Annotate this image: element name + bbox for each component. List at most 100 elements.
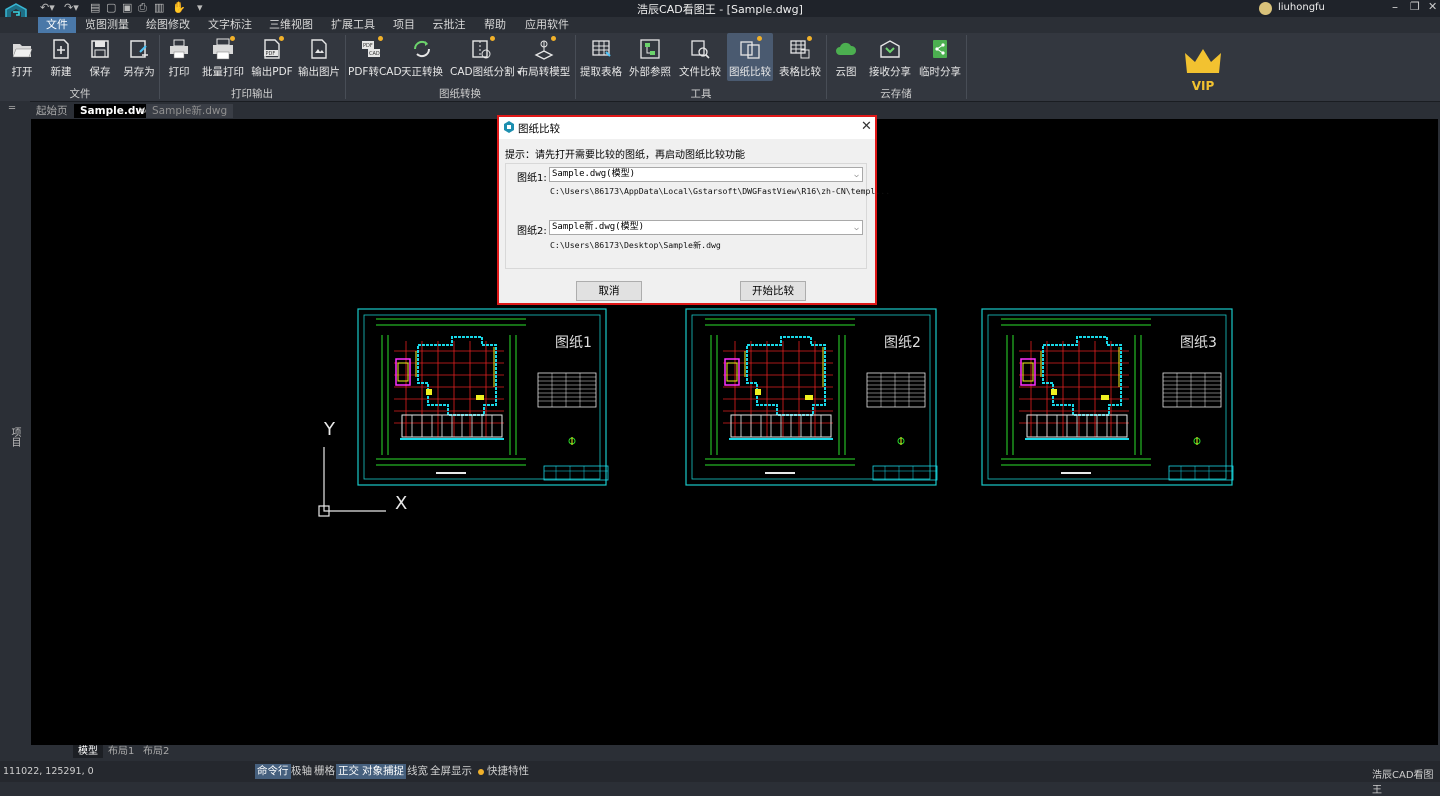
menu-extend-tools[interactable]: 扩展工具: [328, 17, 378, 33]
layout-to-model-icon: [534, 40, 554, 60]
save-as-button[interactable]: 另存为: [120, 33, 158, 81]
ucs-x-axis-label: X: [395, 493, 408, 514]
ucs-y-axis-label: Y: [324, 419, 335, 440]
customize-icon[interactable]: ▾: [197, 1, 203, 14]
drawing1-label: 图纸1:: [517, 173, 547, 184]
ribbon: 打开 新建 保存 另存为 文件 打印 批量打印 PDF 输出PDF 输出图片 打…: [0, 33, 1440, 102]
undo-icon[interactable]: ↶▾: [40, 1, 55, 14]
export-image-button[interactable]: 输出图片: [297, 33, 341, 81]
menu-help[interactable]: 帮助: [480, 17, 510, 33]
drawing2-path: C:\Users\86173\Desktop\Sample新.dwg: [550, 240, 721, 250]
receive-share-button[interactable]: 接收分享: [867, 33, 913, 81]
drawing1-select[interactable]: Sample.dwg(模型) ⌵: [549, 167, 863, 182]
print-button[interactable]: 打印: [162, 33, 196, 81]
vip-button[interactable]: VIP: [1183, 47, 1223, 95]
export-pdf-button[interactable]: PDF 输出PDF: [251, 33, 293, 81]
drawing-compare-dialog: 图纸比较 ✕ 提示：请先打开需要比较的图纸，再启动图纸比较功能 图纸1: Sam…: [497, 115, 890, 305]
cancel-button[interactable]: 取消: [576, 281, 642, 301]
menu-3d-view[interactable]: 三维视图: [266, 17, 316, 33]
toggle-command-line[interactable]: 命令行: [255, 764, 291, 779]
file-compare-icon: [691, 40, 710, 59]
convert-arrows-icon: [413, 40, 431, 58]
print-icon[interactable]: ⎙: [138, 1, 147, 15]
svg-text:PDF: PDF: [266, 51, 276, 57]
new-badge-icon: [378, 36, 383, 41]
status-bar: 111022, 125291, 0 命令行 极轴 栅格 正交 对象捕捉 线宽 全…: [0, 761, 1440, 796]
new-file-icon: [53, 39, 69, 59]
restore-button[interactable]: ❐: [1410, 0, 1420, 13]
new-file-icon[interactable]: ▢: [106, 1, 116, 14]
pan-hand-icon[interactable]: ✋: [172, 1, 186, 14]
menu-bar: 文件 览图测量 绘图修改 文字标注 三维视图 扩展工具 项目 云批注 帮助 应用…: [0, 17, 1440, 33]
drawing1-value: Sample.dwg(模型): [552, 169, 636, 179]
pdf-icon[interactable]: ▥: [154, 1, 164, 14]
open-file-icon[interactable]: ▤: [90, 1, 100, 14]
dialog-title-bar: 图纸比较 ✕: [499, 117, 875, 139]
temp-share-button[interactable]: 临时分享: [917, 33, 963, 81]
menu-view-measure[interactable]: 览图测量: [82, 17, 132, 33]
table-compare-icon: [790, 40, 810, 59]
group-label-tools: 工具: [690, 88, 712, 100]
save-button[interactable]: 保存: [82, 33, 118, 81]
tab-layout-2[interactable]: 布局2: [138, 745, 174, 758]
sheet-2-label: 图纸2: [884, 335, 921, 351]
chevron-down-icon: ⌵: [854, 170, 859, 179]
dialog-close-button[interactable]: ✕: [861, 119, 872, 134]
user-name[interactable]: liuhongfu: [1278, 2, 1325, 13]
split-drawing-icon: [472, 40, 491, 59]
menu-apps[interactable]: 应用软件: [522, 17, 572, 33]
table-compare-button[interactable]: 表格比较: [777, 33, 823, 81]
open-button[interactable]: 打开: [4, 33, 40, 81]
sheet-3-label: 图纸3: [1180, 335, 1217, 351]
new-button[interactable]: 新建: [43, 33, 79, 81]
avatar[interactable]: [1259, 2, 1272, 15]
tab-sample-new-dwg[interactable]: Sample新.dwg: [146, 104, 234, 118]
new-badge-icon: [279, 36, 284, 41]
toggle-object-snap[interactable]: 对象捕捉: [360, 764, 406, 779]
batch-print-button[interactable]: 批量打印: [200, 33, 246, 81]
new-badge-icon: [230, 36, 235, 41]
dialog-hint: 提示：请先打开需要比较的图纸，再启动图纸比较功能: [505, 150, 745, 161]
file-compare-button[interactable]: 文件比较: [677, 33, 723, 81]
collapse-icon[interactable]: ═: [9, 103, 15, 114]
cad-split-button[interactable]: CAD图纸分割 ▾: [450, 33, 521, 81]
svg-text:CAD: CAD: [369, 51, 380, 57]
printer-icon: [170, 39, 188, 59]
save-icon[interactable]: ▣: [122, 1, 132, 14]
toggle-quick-properties[interactable]: 快捷特性: [485, 764, 531, 779]
drawing-compare-button[interactable]: 图纸比较: [727, 33, 773, 81]
toggle-grid[interactable]: 栅格: [312, 764, 337, 779]
inbox-icon: [880, 40, 900, 58]
menu-draw-modify[interactable]: 绘图修改: [143, 17, 193, 33]
toggle-lineweight[interactable]: 线宽: [405, 764, 430, 779]
tianzheng-convert-button[interactable]: 天正转换: [399, 33, 445, 81]
layout-to-model-button[interactable]: 布局转模型: [515, 33, 573, 81]
external-reference-button[interactable]: 外部参照: [627, 33, 673, 81]
tab-layout-1[interactable]: 布局1: [103, 745, 139, 758]
extract-table-button[interactable]: 提取表格: [578, 33, 624, 81]
folder-open-icon: [12, 44, 33, 58]
drawing1-path: C:\Users\86173\AppData\Local\Gstarsoft\D…: [550, 186, 891, 196]
drawing2-select[interactable]: Sample新.dwg(模型) ⌵: [549, 220, 863, 235]
toggle-fullscreen[interactable]: 全屏显示: [428, 764, 474, 779]
menu-text-annotate[interactable]: 文字标注: [205, 17, 255, 33]
tab-model[interactable]: 模型: [73, 745, 103, 758]
cloud-drawing-button[interactable]: 云图: [829, 33, 863, 81]
project-panel-tab[interactable]: 项目: [8, 427, 22, 447]
drawing2-value: Sample新.dwg(模型): [552, 222, 645, 232]
chevron-down-icon: ⌵: [854, 223, 859, 232]
close-button[interactable]: ✕: [1428, 0, 1437, 13]
menu-cloud-annotate[interactable]: 云批注: [430, 17, 468, 33]
menu-file[interactable]: 文件: [38, 17, 76, 33]
redo-icon[interactable]: ↷▾: [64, 1, 79, 14]
toggle-polar[interactable]: 极轴: [289, 764, 314, 779]
toggle-ortho[interactable]: 正交: [336, 764, 361, 779]
start-compare-button[interactable]: 开始比较: [740, 281, 806, 301]
menu-project[interactable]: 项目: [389, 17, 419, 33]
new-badge-icon: [551, 36, 556, 41]
table-extract-icon: [592, 40, 611, 57]
save-icon: [91, 40, 109, 58]
tab-start-page[interactable]: 起始页: [30, 104, 74, 118]
minimize-button[interactable]: –: [1392, 0, 1398, 14]
pdf-to-cad-button[interactable]: PDF CAD PDF转CAD: [348, 33, 402, 81]
